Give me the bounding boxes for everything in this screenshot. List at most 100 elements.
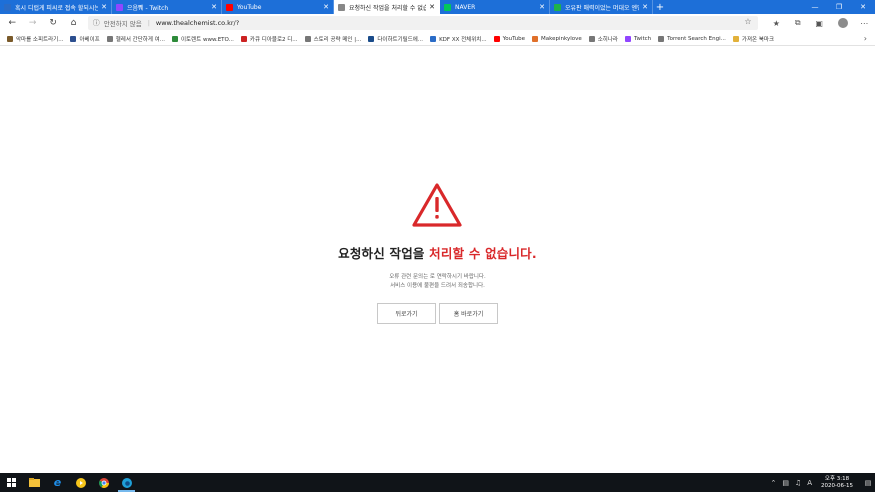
error-description-line2: 서비스 이용에 불편을 드려서 죄송합니다. [390,283,485,289]
tab-close-icon[interactable]: ✕ [211,3,217,11]
page-content: 요청하신 작업을 처리할 수 없습니다. 오류 관련 문의는 로 연락하시기 바… [0,46,875,473]
tab-2[interactable]: YouTube ✕ [222,0,334,14]
network-icon[interactable]: ▤ [782,479,789,487]
bookmark-item[interactable]: 스토리 공략 메인 |... [304,35,362,43]
tab-close-icon[interactable]: ✕ [323,3,329,11]
bookmark-item[interactable]: 이토렌트 www.ETO... [171,35,234,43]
bookmark-label: YouTube [502,35,525,42]
profile-avatar[interactable] [837,18,848,28]
bookmark-favicon-icon [430,35,437,42]
maximize-icon[interactable]: ❐ [827,0,851,14]
windows-logo-icon [7,478,16,487]
twitch-icon [116,3,123,11]
tab-5[interactable]: 오유판 매력이었는 머대오 엔딩곡✕ [550,0,653,14]
tabs-container: 혹시 디럽게 피씨로 접속 할되시는 분 계신✕으음쀄 - Twitch✕You… [0,0,653,14]
go-back-button[interactable]: 뒤로가기 [377,303,436,324]
window-controls: — ❐ ✕ [803,0,875,14]
bookmark-item[interactable]: 악마를 소피트라기... [7,35,63,43]
chrome-icon [98,477,109,488]
bookmark-label: 다이하트기릴드에... [377,36,424,43]
bookmark-item[interactable]: KDF XX 전체위치... [430,35,487,43]
tray-chevron-icon[interactable]: ⌃ [770,479,776,487]
address-separator: | [147,19,150,27]
input-method-icon[interactable]: A [807,479,812,487]
taskbar-clock[interactable]: 오후 3:18 2020-06-15 [821,476,853,490]
bookmark-label: 소히나라 [597,36,618,43]
extensions-icon[interactable]: ▣ [808,19,829,28]
taskbar-internet-explorer[interactable]: e [46,473,69,492]
naver-icon [444,3,451,11]
notification-center-icon[interactable]: ▤ [861,473,875,492]
internet-explorer-icon: e [53,476,62,489]
tab-0[interactable]: 혹시 디럽게 피씨로 접속 할되시는 분 계신✕ [0,0,112,14]
bookmark-item[interactable]: 아베이프 [70,35,100,43]
media-player-icon [75,477,86,488]
bookmark-label: Makepinkylove [540,35,582,42]
bookmark-favicon-icon [493,35,500,42]
taskbar-file-explorer[interactable] [23,473,46,492]
tab-label: NAVER [455,3,476,11]
tab-close-icon[interactable]: ✕ [429,3,435,11]
error-title-highlight: 처리할 수 없습니다. [429,246,537,261]
bookmark-favicon-icon [658,35,665,42]
taskbar-chrome[interactable] [92,473,115,492]
tab-3[interactable]: 요청하신 작업을 처리할 수 없습니다✕ [334,0,440,14]
forward-button[interactable]: → [22,18,42,28]
go-home-button[interactable]: 홈 바로가기 [439,303,498,324]
taskbar-media-app[interactable] [69,473,92,492]
bookmark-item[interactable]: Twitch [625,35,651,42]
url-text[interactable]: www.thealchemist.co.kr/? [156,19,239,27]
tab-label: 으음쀄 - Twitch [127,4,169,12]
volume-icon[interactable]: ♫ [795,479,801,487]
bookmark-item[interactable]: 카큐 디아블로2 디... [240,35,298,43]
bookmark-label: 스토리 공략 메인 |... [313,36,362,43]
bookmark-label: 악마를 소피트라기... [16,36,64,43]
bookmark-item[interactable]: 다이하트기릴드에... [368,35,423,43]
tab-label: 혹시 디럽게 피씨로 접속 할되시는 분 계신 [15,4,99,12]
bookmark-item[interactable]: Makepinkylove [531,35,582,42]
favorite-star-icon[interactable]: ☆ [744,17,751,26]
bookmark-favicon-icon [531,35,538,42]
start-button[interactable] [0,473,23,492]
bookmark-item[interactable]: 헬레서 간단하게 여... [106,35,165,43]
bookmark-item[interactable]: YouTube [493,35,525,42]
address-bar[interactable]: ⓘ 안전하지 않음 | www.thealchemist.co.kr/? ☆ [87,16,758,30]
tab-close-icon[interactable]: ✕ [642,3,648,11]
bookmark-item[interactable]: Torrent Search Engi... [658,35,726,42]
info-icon[interactable]: ⓘ [93,18,100,28]
home-button[interactable]: ⌂ [63,18,83,28]
refresh-button[interactable]: ↻ [43,18,63,28]
page-icon [554,3,561,11]
more-menu-icon[interactable]: ⋯ [854,19,875,28]
bookmark-item[interactable]: 가져온 북마크 [732,35,774,43]
bookmarks-overflow-icon[interactable]: › [864,34,867,43]
bookmark-label: 카큐 디아블로2 디... [249,36,298,43]
page-icon [4,3,11,11]
warning-icon [412,183,462,227]
close-window-icon[interactable]: ✕ [851,0,875,14]
bookmark-list: 악마를 소피트라기... 아베이프 헬레서 간단하게 여... 이토렌트 www.ET… [0,35,774,43]
bookmark-favicon-icon [368,35,375,42]
bookmark-item[interactable]: 소히나라 [588,35,618,43]
bookmark-label: 아베이프 [79,36,100,43]
page-icon [338,3,345,11]
tab-1[interactable]: 으음쀄 - Twitch ✕ [112,0,222,14]
bookmark-favicon-icon [588,35,595,42]
clock-time: 오후 3:18 [824,475,850,482]
clock-date: 2020-06-15 [821,482,853,489]
taskbar-edge[interactable] [115,473,138,492]
collections-icon[interactable]: ⧉ [787,18,808,28]
tab-4[interactable]: NAVER ✕ [440,0,550,14]
tab-close-icon[interactable]: ✕ [539,3,545,11]
bookmark-favicon-icon [304,35,311,42]
new-tab-button[interactable]: + [653,0,667,14]
tab-close-icon[interactable]: ✕ [101,3,107,11]
tab-strip: 혹시 디럽게 피씨로 접속 할되시는 분 계신✕으음쀄 - Twitch✕You… [0,0,875,14]
back-button[interactable]: ← [2,18,22,28]
system-tray: ⌃ ▤ ♫ A 오후 3:18 2020-06-15 ▤ [767,473,875,492]
bookmark-favicon-icon [625,35,631,42]
bookmark-favicon-icon [70,35,77,42]
bookmark-label: Torrent Search Engi... [667,35,726,42]
favorites-icon[interactable]: ★ [766,19,787,28]
minimize-icon[interactable]: — [803,0,827,14]
